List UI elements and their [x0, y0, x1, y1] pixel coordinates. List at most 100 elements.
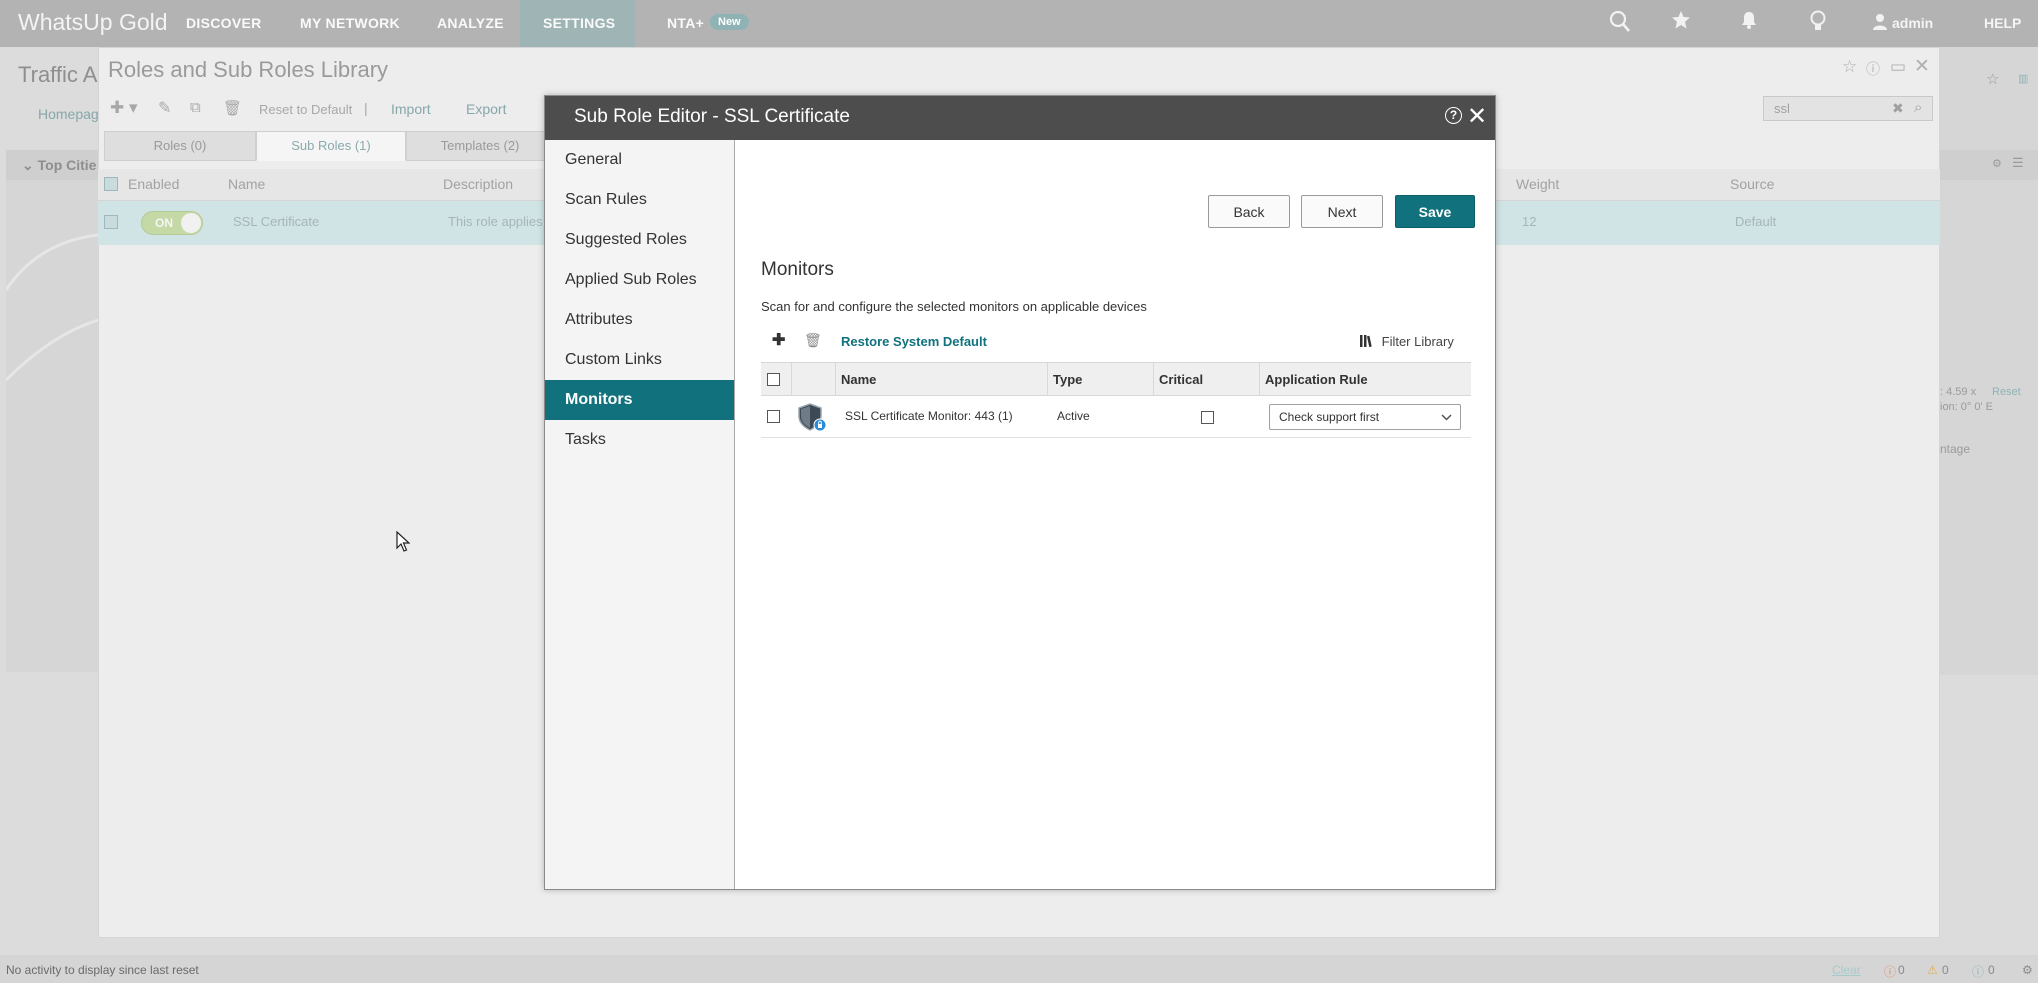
reset-link[interactable]: Reset	[1992, 386, 2021, 398]
nav-general[interactable]: General	[545, 140, 734, 180]
library-star-icon[interactable]: ☆	[1842, 57, 1857, 77]
section-description: Scan for and configure the selected moni…	[761, 299, 1147, 314]
export-button[interactable]: Export	[466, 101, 506, 117]
column-separator	[1047, 363, 1048, 396]
nav-tasks[interactable]: Tasks	[545, 420, 734, 460]
add-dropdown-icon[interactable]: ✚ ▾	[110, 98, 138, 118]
monitors-table-header: Name Type Critical Application Rule	[761, 362, 1471, 396]
library-search-value: ssl	[1774, 101, 1790, 116]
warning-count: 0	[1942, 963, 1949, 977]
background-page-title: Traffic Ar	[18, 62, 105, 87]
library-help-icon[interactable]: ⓘ	[1866, 59, 1880, 79]
user-menu[interactable]: admin	[1892, 15, 1933, 31]
search-icon[interactable]	[1609, 10, 1631, 39]
lightbulb-icon[interactable]	[1810, 10, 1826, 39]
nav-discover[interactable]: DISCOVER	[186, 15, 262, 31]
column-critical[interactable]: Critical	[1159, 372, 1203, 387]
add-monitor-icon[interactable]: ✚	[772, 330, 785, 350]
nav-analyze[interactable]: ANALYZE	[437, 15, 504, 31]
toolbar-divider: |	[364, 100, 368, 116]
application-rule-select[interactable]: Check support first	[1269, 404, 1461, 430]
help-icon[interactable]: ?	[1445, 107, 1462, 124]
library-search-icon[interactable]: ⌕	[1914, 99, 1922, 116]
column-type[interactable]: Type	[1053, 372, 1082, 387]
save-button[interactable]: Save	[1395, 195, 1475, 228]
select-all-checkbox[interactable]	[104, 177, 118, 191]
nav-suggested-roles[interactable]: Suggested Roles	[545, 220, 734, 260]
status-settings-icon[interactable]: ⚙	[2022, 963, 2033, 977]
critical-checkbox[interactable]	[1201, 411, 1214, 424]
homepage-link[interactable]: Homepag	[38, 106, 99, 122]
tab-roles[interactable]: Roles (0)	[104, 131, 256, 161]
help-menu[interactable]: HELP	[1984, 15, 2021, 31]
nav-scan-rules[interactable]: Scan Rules	[545, 180, 734, 220]
row-name: SSL Certificate	[233, 214, 320, 229]
library-search-input[interactable]: ssl ✖ ⌕	[1763, 96, 1933, 121]
error-icon[interactable]: ⓘ	[1884, 963, 1896, 980]
back-button[interactable]: Back	[1208, 195, 1290, 228]
nav-settings[interactable]: SETTINGS	[543, 15, 615, 31]
column-description[interactable]: Description	[443, 176, 513, 192]
library-maximize-icon[interactable]: ▭	[1890, 57, 1906, 77]
column-monitor-name[interactable]: Name	[841, 372, 876, 387]
top-cities-label: Top Citie	[37, 157, 97, 173]
library-close-icon[interactable]: ✕	[1914, 55, 1930, 78]
column-source[interactable]: Source	[1730, 176, 1774, 192]
star-icon[interactable]	[1671, 10, 1691, 35]
close-icon[interactable]: ✕	[1467, 102, 1487, 131]
copy-icon[interactable]: ⧉	[190, 99, 201, 116]
warning-icon[interactable]: ⚠	[1927, 963, 1938, 977]
menu-lines-icon[interactable]: ☰	[2012, 155, 2024, 171]
settings-gear-icon[interactable]: ⚙	[1992, 157, 2002, 170]
filter-library-label: Filter Library	[1381, 334, 1454, 349]
bg-star-icon[interactable]: ☆	[1986, 70, 1999, 88]
nav-custom-links[interactable]: Custom Links	[545, 340, 734, 380]
select-all-monitors-checkbox[interactable]	[767, 373, 780, 386]
column-application-rule[interactable]: Application Rule	[1265, 372, 1368, 387]
clear-link[interactable]: Clear	[1832, 963, 1861, 977]
tab-templates[interactable]: Templates (2)	[406, 131, 554, 161]
brand-logo[interactable]: WhatsUp Gold	[18, 9, 168, 36]
nav-attributes[interactable]: Attributes	[545, 300, 734, 340]
info-icon[interactable]: ⓘ	[1972, 963, 1984, 980]
row-description: This role applies	[448, 214, 543, 229]
edit-icon[interactable]: ✎	[158, 98, 171, 118]
clear-search-icon[interactable]: ✖	[1892, 100, 1904, 117]
delete-icon[interactable]: 🗑	[223, 99, 242, 117]
chart-icon[interactable]: ▥	[2018, 72, 2028, 85]
import-button[interactable]: Import	[391, 101, 431, 117]
background-map	[4, 180, 99, 672]
nav-nta-plus[interactable]: NTA+	[667, 15, 704, 31]
background-right-panel	[1940, 47, 2038, 675]
bell-icon[interactable]	[1741, 10, 1757, 35]
sub-role-editor-dialog: Sub Role Editor - SSL Certificate ? ✕ Ge…	[544, 95, 1496, 890]
delete-monitor-icon[interactable]: 🗑	[804, 332, 822, 349]
monitor-name: SSL Certificate Monitor: 443 (1)	[845, 409, 1013, 423]
section-title: Monitors	[761, 259, 834, 280]
dialog-title: Sub Role Editor - SSL Certificate	[574, 106, 850, 127]
location-readout: ion: 0° 0' E	[1940, 401, 1993, 413]
row-checkbox[interactable]	[104, 215, 118, 229]
library-title: Roles and Sub Roles Library	[108, 57, 389, 82]
column-enabled[interactable]: Enabled	[128, 176, 179, 192]
info-count: 0	[1988, 963, 1995, 977]
nav-monitors[interactable]: Monitors	[545, 380, 734, 420]
monitor-row-checkbox[interactable]	[767, 410, 780, 423]
tab-sub-roles[interactable]: Sub Roles (1)	[256, 131, 406, 161]
reset-to-default-button[interactable]: Reset to Default	[259, 102, 352, 117]
nav-applied-sub-roles[interactable]: Applied Sub Roles	[545, 260, 734, 300]
restore-system-default-link[interactable]: Restore System Default	[841, 334, 987, 349]
filter-library-button[interactable]: Filter Library	[1360, 334, 1454, 349]
toggle-label: ON	[155, 216, 173, 230]
status-bar: No activity to display since last reset …	[0, 955, 2038, 983]
nav-my-network[interactable]: MY NETWORK	[300, 15, 400, 31]
top-nav-bar: WhatsUp Gold DISCOVER MY NETWORK ANALYZE…	[0, 0, 2038, 47]
mouse-pointer-icon	[396, 530, 411, 558]
column-name[interactable]: Name	[228, 176, 265, 192]
next-button[interactable]: Next	[1301, 195, 1383, 228]
column-weight[interactable]: Weight	[1516, 176, 1559, 192]
user-icon	[1872, 12, 1888, 37]
chevron-down-icon	[1441, 410, 1452, 427]
enabled-toggle[interactable]: ON	[141, 211, 203, 235]
table-row[interactable]: SSL Certificate Monitor: 443 (1) Active …	[761, 396, 1471, 438]
